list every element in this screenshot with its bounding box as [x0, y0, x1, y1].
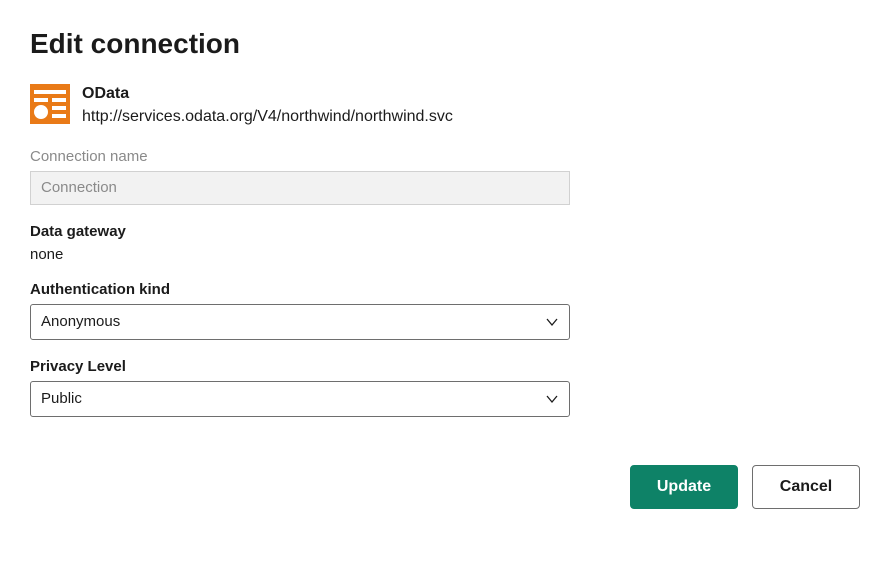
chevron-down-icon	[545, 315, 559, 329]
authentication-kind-select[interactable]: Anonymous	[30, 304, 570, 340]
cancel-button[interactable]: Cancel	[752, 465, 860, 509]
data-gateway-label: Data gateway	[30, 223, 570, 240]
datasource-summary: OData http://services.odata.org/V4/north…	[30, 84, 859, 128]
authentication-kind-group: Authentication kind Anonymous	[30, 281, 570, 340]
datasource-info: OData http://services.odata.org/V4/north…	[82, 84, 453, 128]
chevron-down-icon	[545, 392, 559, 406]
odata-icon	[30, 84, 70, 124]
dialog-buttons: Update Cancel	[30, 465, 860, 509]
update-button[interactable]: Update	[630, 465, 738, 509]
privacy-level-group: Privacy Level Public	[30, 358, 570, 417]
page-title: Edit connection	[30, 28, 859, 60]
form-area: Connection name Data gateway none Authen…	[30, 148, 570, 417]
datasource-url: http://services.odata.org/V4/northwind/n…	[82, 107, 453, 128]
authentication-kind-label: Authentication kind	[30, 281, 570, 298]
authentication-kind-value: Anonymous	[41, 313, 120, 330]
connection-name-label: Connection name	[30, 148, 570, 165]
privacy-level-value: Public	[41, 390, 82, 407]
data-gateway-group: Data gateway none	[30, 223, 570, 263]
data-gateway-value: none	[30, 246, 570, 263]
connection-name-input[interactable]	[30, 171, 570, 205]
datasource-name: OData	[82, 84, 453, 105]
privacy-level-label: Privacy Level	[30, 358, 570, 375]
connection-name-group: Connection name	[30, 148, 570, 205]
privacy-level-select[interactable]: Public	[30, 381, 570, 417]
